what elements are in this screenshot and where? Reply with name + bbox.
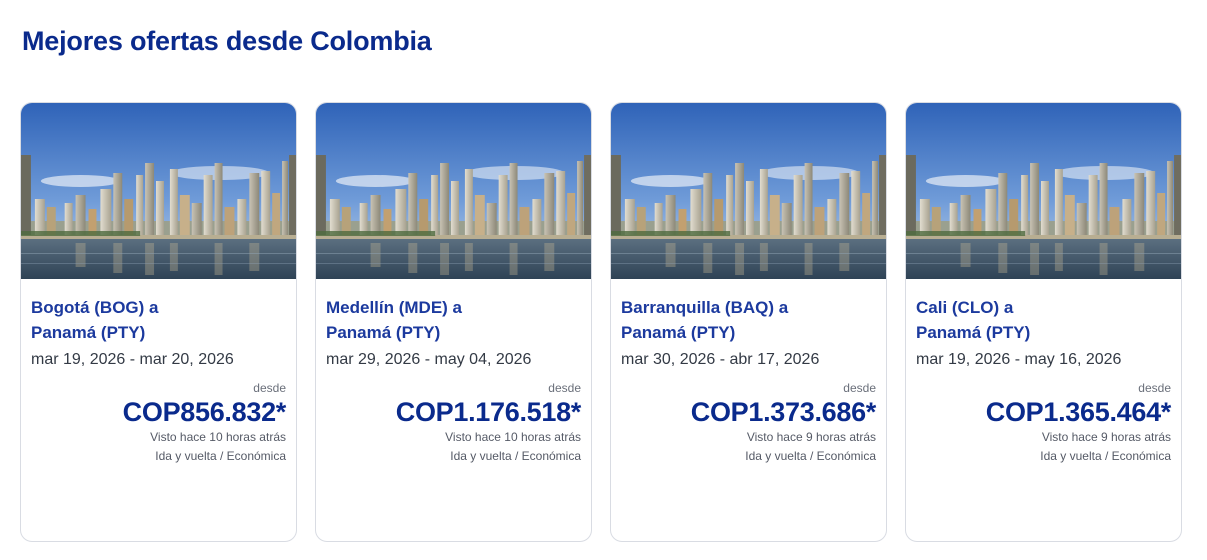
offer-card-clo-pty[interactable]: Cali (CLO) a Panamá (PTY) mar 19, 2026 -…	[905, 102, 1182, 542]
route-origin: Barranquilla (BAQ) a	[621, 298, 789, 317]
from-label: desde	[253, 381, 286, 395]
offer-card-mde-pty[interactable]: Medellín (MDE) a Panamá (PTY) mar 29, 20…	[315, 102, 592, 542]
route-destination: Panamá (PTY)	[621, 323, 736, 342]
route-destination: Panamá (PTY)	[326, 323, 441, 342]
route-origin: Cali (CLO) a	[916, 298, 1014, 317]
route-title: Medellín (MDE) a Panamá (PTY)	[326, 295, 581, 345]
travel-dates: mar 29, 2026 - may 04, 2026	[326, 351, 532, 368]
route-origin: Medellín (MDE) a	[326, 298, 463, 317]
price-block: desde COP856.832* Visto hace 10 horas at…	[31, 381, 287, 466]
destination-image-panama-skyline	[21, 103, 296, 279]
destination-image-panama-skyline	[906, 103, 1181, 279]
price-block: desde COP1.176.518* Visto hace 10 horas …	[326, 381, 582, 466]
route-destination: Panamá (PTY)	[916, 323, 1031, 342]
destination-image-panama-skyline	[316, 103, 591, 279]
seen-timestamp: Visto hace 9 horas atrás	[1041, 430, 1171, 444]
trip-type: Ida y vuelta / Económica	[450, 449, 581, 463]
price: COP1.176.518*	[395, 397, 582, 427]
from-label: desde	[548, 381, 581, 395]
travel-dates: mar 30, 2026 - abr 17, 2026	[621, 351, 820, 368]
route-title: Cali (CLO) a Panamá (PTY)	[916, 295, 1171, 345]
price-block: desde COP1.365.464* Visto hace 9 horas a…	[916, 381, 1172, 466]
price-block: desde COP1.373.686* Visto hace 9 horas a…	[621, 381, 877, 466]
price: COP1.365.464*	[985, 397, 1172, 427]
section-title: Mejores ofertas desde Colombia	[22, 26, 432, 56]
seen-timestamp: Visto hace 10 horas atrás	[150, 430, 286, 444]
trip-type: Ida y vuelta / Económica	[155, 449, 286, 463]
offers-section: Mejores ofertas desde Colombia Bogotá (B…	[0, 0, 1207, 560]
from-label: desde	[843, 381, 876, 395]
route-destination: Panamá (PTY)	[31, 323, 146, 342]
travel-dates: mar 19, 2026 - mar 20, 2026	[31, 351, 234, 368]
travel-dates: mar 19, 2026 - may 16, 2026	[916, 351, 1122, 368]
price: COP856.832*	[122, 397, 287, 427]
seen-timestamp: Visto hace 9 horas atrás	[746, 430, 876, 444]
trip-type: Ida y vuelta / Económica	[745, 449, 876, 463]
offer-card-bog-pty[interactable]: Bogotá (BOG) a Panamá (PTY) mar 19, 2026…	[20, 102, 297, 542]
route-title: Barranquilla (BAQ) a Panamá (PTY)	[621, 295, 876, 345]
offer-cards-list: Bogotá (BOG) a Panamá (PTY) mar 19, 2026…	[20, 102, 1182, 542]
route-title: Bogotá (BOG) a Panamá (PTY)	[31, 295, 286, 345]
from-label: desde	[1138, 381, 1171, 395]
price: COP1.373.686*	[690, 397, 877, 427]
destination-image-panama-skyline	[611, 103, 886, 279]
seen-timestamp: Visto hace 10 horas atrás	[445, 430, 581, 444]
route-origin: Bogotá (BOG) a	[31, 298, 159, 317]
trip-type: Ida y vuelta / Económica	[1040, 449, 1171, 463]
offer-card-baq-pty[interactable]: Barranquilla (BAQ) a Panamá (PTY) mar 30…	[610, 102, 887, 542]
